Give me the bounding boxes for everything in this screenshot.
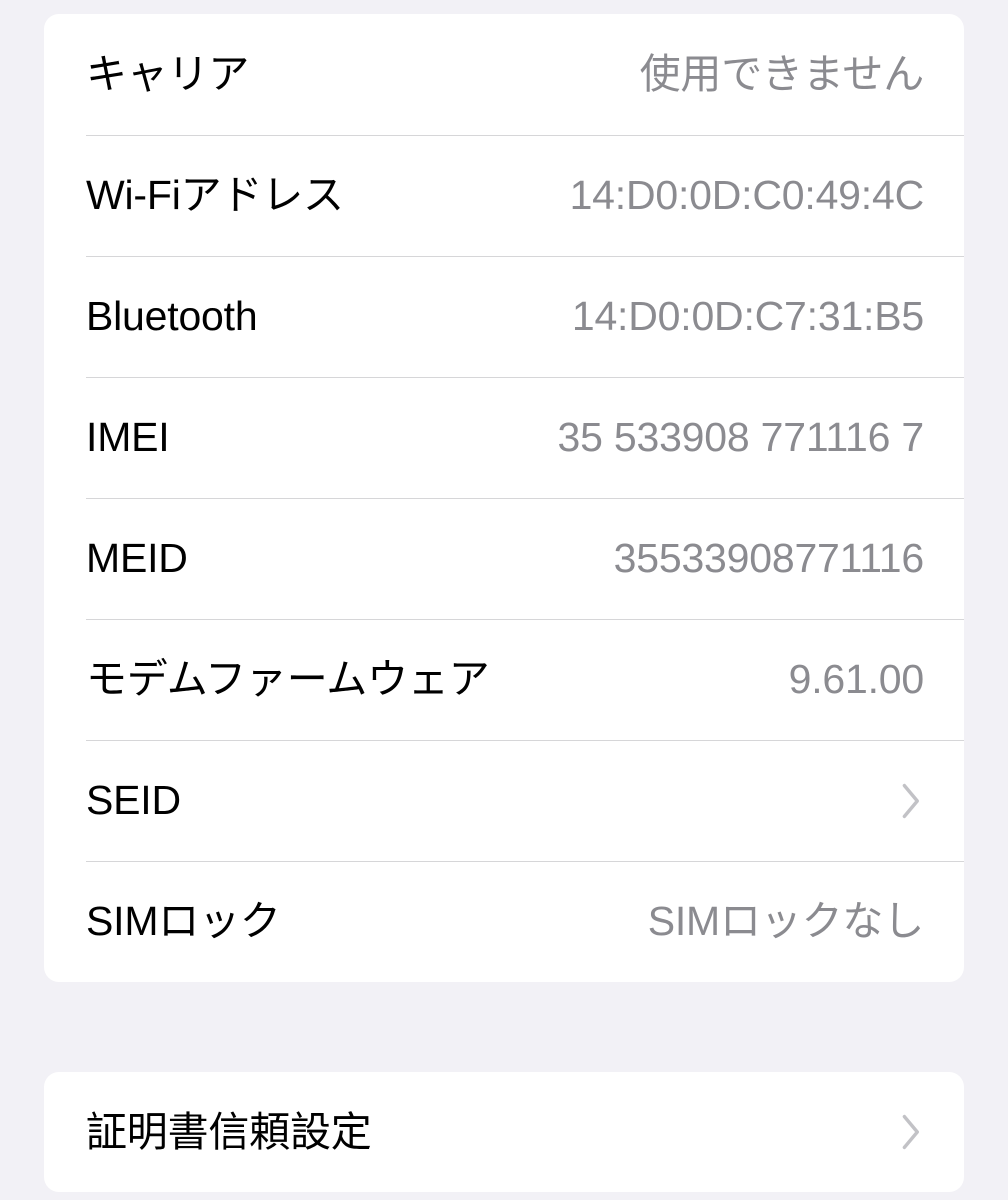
row-value-carrier: 使用できません (639, 51, 925, 97)
row-value-meid: 35533908771116 (613, 535, 925, 581)
chevron-right-icon (896, 1110, 922, 1154)
row-carrier[interactable]: キャリア 使用できません (44, 14, 964, 135)
row-value-modem-firmware: 9.61.00 (788, 656, 925, 702)
row-meid[interactable]: MEID 35533908771116 (44, 498, 964, 619)
row-bluetooth[interactable]: Bluetooth 14:D0:0D:C7:31:B5 (44, 256, 964, 377)
row-sim-lock[interactable]: SIMロック SIMロックなし (44, 861, 964, 982)
row-label-certificate-trust-settings: 証明書信頼設定 (86, 1108, 372, 1155)
row-certificate-trust-settings[interactable]: 証明書信頼設定 (44, 1072, 964, 1192)
row-seid[interactable]: SEID (44, 740, 964, 861)
row-modem-firmware[interactable]: モデムファームウェア 9.61.00 (44, 619, 964, 740)
row-value-sim-lock: SIMロックなし (647, 898, 924, 944)
chevron-right-icon (896, 779, 922, 823)
row-label-imei: IMEI (86, 414, 170, 460)
row-value-bluetooth: 14:D0:0D:C7:31:B5 (571, 293, 924, 339)
row-label-carrier: キャリア (86, 51, 250, 97)
settings-about-screen: キャリア 使用できません Wi-Fiアドレス 14:D0:0D:C0:49:4C… (0, 0, 1008, 1200)
row-value-wifi-address: 14:D0:0D:C0:49:4C (569, 172, 925, 218)
row-label-modem-firmware: モデムファームウェア (86, 656, 490, 702)
row-value-imei: 35 533908 771116 7 (557, 414, 924, 460)
row-label-meid: MEID (86, 535, 188, 581)
row-wifi-address[interactable]: Wi-Fiアドレス 14:D0:0D:C0:49:4C (44, 135, 964, 256)
row-imei[interactable]: IMEI 35 533908 771116 7 (44, 377, 964, 498)
certificate-trust-group: 証明書信頼設定 (44, 1072, 964, 1192)
device-info-group: キャリア 使用できません Wi-Fiアドレス 14:D0:0D:C0:49:4C… (44, 14, 964, 982)
row-label-sim-lock: SIMロック (86, 898, 281, 944)
row-label-seid: SEID (86, 777, 181, 823)
row-label-bluetooth: Bluetooth (86, 293, 258, 339)
row-label-wifi-address: Wi-Fiアドレス (86, 172, 344, 218)
